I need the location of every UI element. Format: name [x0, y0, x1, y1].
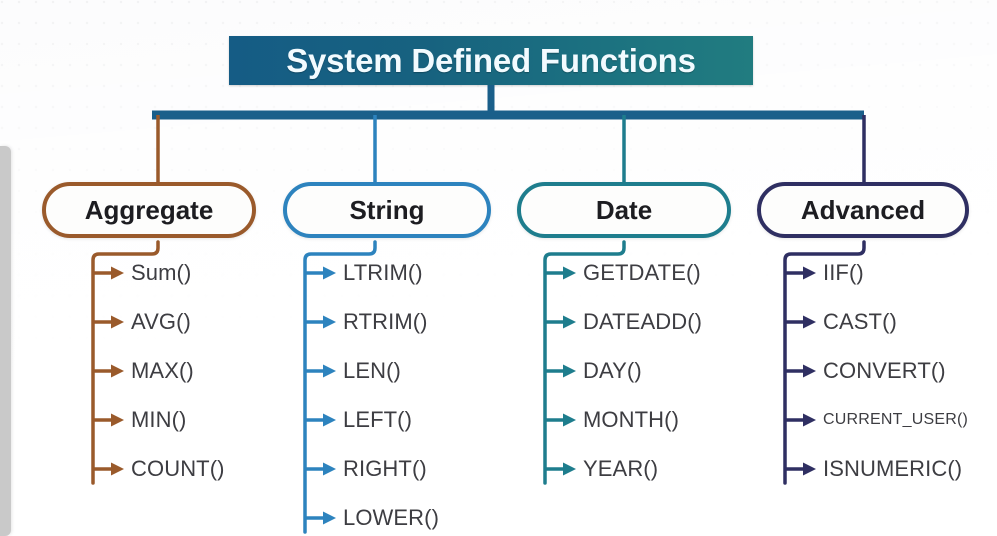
- function-name-label: CURRENT_USER(): [823, 411, 969, 428]
- category-label: String: [349, 194, 425, 225]
- function-name-label: CAST(): [823, 309, 897, 334]
- function-name-label: COUNT(): [131, 456, 225, 481]
- function-list-item[interactable]: CAST(): [823, 309, 897, 335]
- function-name-label: DAY(): [583, 358, 642, 383]
- function-list-item[interactable]: GETDATE(): [583, 260, 701, 286]
- function-list-item[interactable]: IIF(): [823, 260, 864, 286]
- function-name-label: MONTH(): [583, 407, 680, 432]
- function-list-item[interactable]: ISNUMERIC(): [823, 456, 962, 482]
- category-label: Advanced: [800, 194, 926, 225]
- function-name-label: CONVERT(): [823, 358, 946, 383]
- function-list-item[interactable]: MIN(): [131, 407, 186, 433]
- category-box-aggregate[interactable]: Aggregate: [42, 182, 256, 238]
- category-label: Aggregate: [84, 194, 214, 225]
- function-name-label: ISNUMERIC(): [823, 456, 963, 481]
- function-name-label: LTRIM(): [343, 260, 423, 285]
- function-list-item[interactable]: COUNT(): [131, 456, 225, 482]
- function-list-item[interactable]: DATEADD(): [583, 309, 702, 335]
- function-list-item[interactable]: AVG(): [131, 309, 191, 335]
- function-list-item[interactable]: MONTH(): [583, 407, 679, 433]
- function-name-label: LEFT(): [343, 407, 413, 432]
- function-list-item[interactable]: YEAR(): [583, 456, 658, 482]
- category-label: Date: [595, 194, 653, 225]
- function-name-label: AVG(): [131, 309, 191, 334]
- function-list-item[interactable]: LEN(): [343, 358, 401, 384]
- function-list-item[interactable]: LOWER(): [343, 505, 439, 531]
- function-name-label: RIGHT(): [343, 456, 427, 481]
- function-list-item[interactable]: LTRIM(): [343, 260, 423, 286]
- category-box-advanced[interactable]: Advanced: [757, 182, 969, 238]
- function-list-item[interactable]: DAY(): [583, 358, 642, 384]
- category-box-date[interactable]: Date: [517, 182, 731, 238]
- function-name-label: Sum(): [131, 260, 192, 285]
- function-list-item[interactable]: RTRIM(): [343, 309, 428, 335]
- function-list-item[interactable]: LEFT(): [343, 407, 412, 433]
- function-name-label: MIN(): [131, 407, 187, 432]
- function-list-item[interactable]: Sum(): [131, 260, 191, 286]
- left-scrollbar-rail[interactable]: [0, 146, 11, 536]
- function-list-item[interactable]: CONVERT(): [823, 358, 946, 384]
- function-name-label: LOWER(): [343, 505, 440, 530]
- category-box-string[interactable]: String: [283, 182, 491, 238]
- diagram-title-banner: System Defined Functions: [229, 36, 753, 85]
- function-name-label: GETDATE(): [583, 260, 701, 285]
- diagram-title-text: System Defined Functions: [286, 41, 696, 79]
- function-name-label: RTRIM(): [343, 309, 428, 334]
- function-list-item[interactable]: RIGHT(): [343, 456, 427, 482]
- function-name-label: LEN(): [343, 358, 401, 383]
- function-list-item[interactable]: CURRENT_USER(): [823, 407, 968, 433]
- function-name-label: IIF(): [823, 260, 864, 285]
- function-list-item[interactable]: MAX(): [131, 358, 194, 384]
- function-name-label: DATEADD(): [583, 309, 703, 334]
- function-name-label: YEAR(): [583, 456, 659, 481]
- function-name-label: MAX(): [131, 358, 194, 383]
